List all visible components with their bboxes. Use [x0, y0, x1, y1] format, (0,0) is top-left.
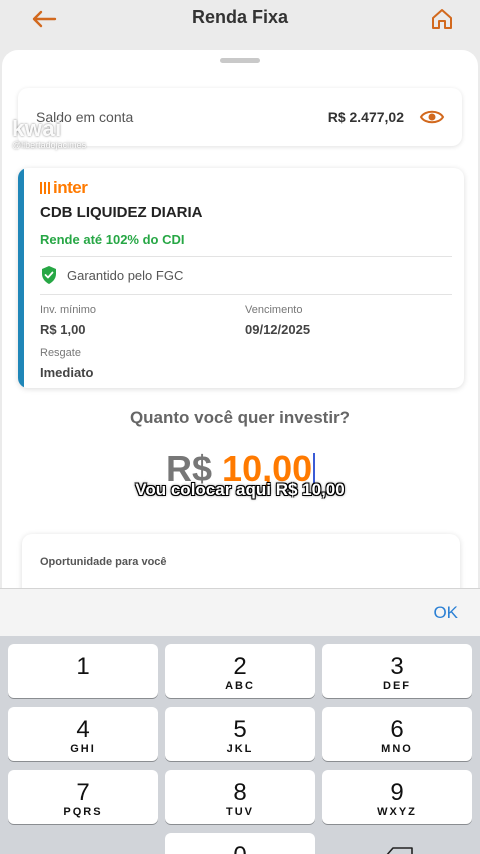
key-number: 5 — [233, 716, 247, 743]
key-6[interactable]: 6 MNO — [322, 707, 472, 761]
top-bar: Renda Fixa — [0, 0, 480, 50]
opportunity-title: Oportunidade para você — [40, 556, 167, 568]
key-3[interactable]: 3 DEF — [322, 644, 472, 698]
key-number: 1 — [76, 653, 90, 680]
key-number: 7 — [76, 779, 90, 806]
backspace-icon[interactable] — [384, 846, 414, 854]
home-button[interactable] — [426, 2, 458, 36]
eye-icon — [419, 110, 445, 124]
toggle-balance-button[interactable] — [418, 106, 446, 128]
maturity-label: Vencimento — [245, 304, 303, 316]
key-5[interactable]: 5 JKL — [165, 707, 315, 761]
key-letters: TUV — [226, 806, 254, 818]
redemption-label: Resgate — [40, 347, 81, 359]
key-letters: WXYZ — [377, 806, 417, 818]
key-number: 2 — [233, 653, 247, 680]
key-number: 0 — [165, 843, 315, 854]
product-card[interactable]: inter CDB LIQUIDEZ DIARIA Rende até 102%… — [18, 168, 464, 388]
key-number: 8 — [233, 779, 247, 806]
min-investment-value: R$ 1,00 — [40, 322, 86, 337]
brand-logo: inter — [40, 178, 88, 198]
redemption-value: Imediato — [40, 365, 94, 380]
home-icon — [432, 9, 452, 29]
key-0[interactable]: 0 — [165, 833, 315, 854]
key-letters: JKL — [226, 743, 254, 755]
keyboard-toolbar: OK — [0, 588, 480, 636]
watermark-user: @libertadojacimes — [12, 140, 87, 150]
watermark: kwai @libertadojacimes — [12, 116, 86, 150]
shield-check-icon — [42, 266, 56, 284]
product-rate: Rende até 102% do CDI — [40, 232, 185, 247]
key-2[interactable]: 2 ABC — [165, 644, 315, 698]
video-subtitle: Vou colocar aqui R$ 10,00 — [135, 480, 345, 499]
key-8[interactable]: 8 TUV — [165, 770, 315, 824]
key-letters: PQRS — [63, 806, 103, 818]
key-letters: GHI — [70, 743, 96, 755]
key-9[interactable]: 9 WXYZ — [322, 770, 472, 824]
key-letters: DEF — [383, 680, 411, 692]
brand-name: inter — [53, 178, 88, 197]
guarantee-text: Garantido pelo FGC — [67, 268, 184, 283]
key-number: 3 — [390, 653, 404, 680]
divider — [40, 256, 452, 257]
key-letters: MNO — [381, 743, 413, 755]
key-letters: ABC — [225, 680, 255, 692]
bottom-sheet: Saldo em conta R$ 2.477,02 kwai @liberta… — [2, 50, 478, 610]
watermark-logo: kwai — [12, 116, 62, 141]
page-title: Renda Fixa — [191, 7, 289, 27]
key-1[interactable]: 1 — [8, 644, 158, 698]
product-name: CDB LIQUIDEZ DIARIA — [40, 204, 203, 221]
sheet-handle[interactable] — [220, 58, 260, 63]
maturity-value: 09/12/2025 — [245, 322, 311, 337]
divider — [40, 294, 452, 295]
brand-bars-icon — [40, 182, 52, 194]
key-number: 6 — [390, 716, 404, 743]
key-4[interactable]: 4 GHI — [8, 707, 158, 761]
card-accent-bar — [18, 168, 24, 388]
key-number: 9 — [390, 779, 404, 806]
key-number: 4 — [76, 716, 90, 743]
min-investment-label: Inv. mínimo — [40, 304, 97, 316]
invest-question: Quanto você quer investir? — [129, 408, 351, 427]
balance-value: R$ 2.477,02 — [327, 109, 404, 125]
key-7[interactable]: 7 PQRS — [8, 770, 158, 824]
numeric-keyboard: 1 2 ABC 3 DEF 4 GHI 5 JKL 6 MNO 7 PQRS 8 TUV 9W… — [0, 636, 480, 854]
ok-button[interactable]: OK — [433, 603, 458, 623]
